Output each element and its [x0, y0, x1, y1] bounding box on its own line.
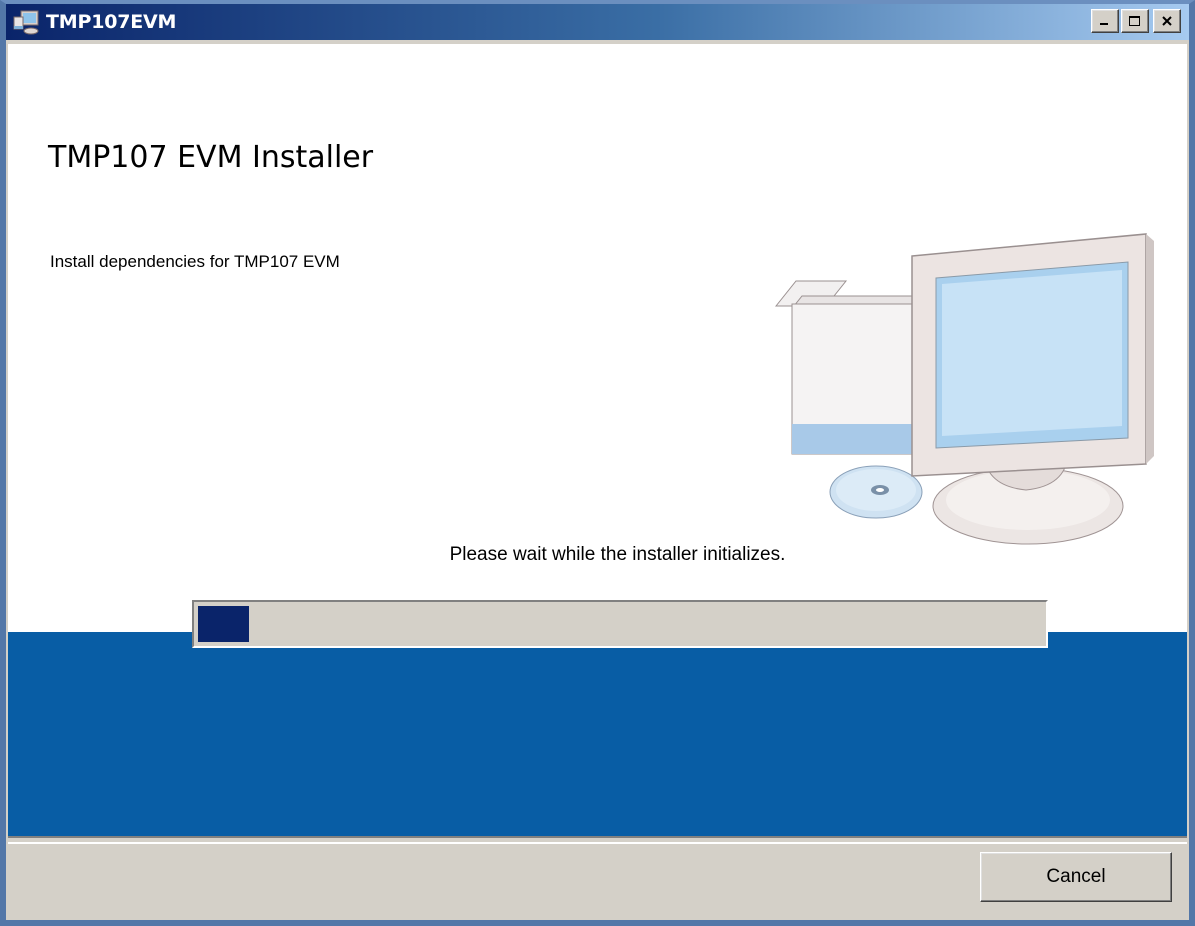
footer-separator — [8, 836, 1187, 844]
minimize-icon — [1100, 23, 1108, 25]
progress-fill — [198, 606, 249, 642]
page-subtitle: Install dependencies for TMP107 EVM — [50, 252, 340, 271]
branding-band — [8, 632, 1187, 836]
maximize-icon — [1129, 16, 1140, 26]
close-icon — [1162, 16, 1172, 26]
maximize-button[interactable] — [1121, 9, 1149, 33]
progress-bar — [192, 600, 1048, 648]
cancel-button[interactable]: Cancel — [980, 852, 1172, 902]
status-message: Please wait while the installer initiali… — [449, 544, 786, 565]
title-bar[interactable]: TMP107EVM — [6, 4, 1189, 40]
window-title: TMP107EVM — [46, 11, 177, 33]
minimize-button[interactable] — [1091, 9, 1119, 33]
page-title: TMP107 EVM Installer — [48, 140, 374, 175]
computer-illustration-icon — [774, 233, 1154, 545]
installer-window: TMP107EVM TMP107 EVM Installer Install d… — [0, 0, 1195, 926]
installer-computer-icon — [13, 10, 39, 35]
close-button[interactable] — [1153, 9, 1181, 33]
window-controls — [1091, 9, 1181, 33]
